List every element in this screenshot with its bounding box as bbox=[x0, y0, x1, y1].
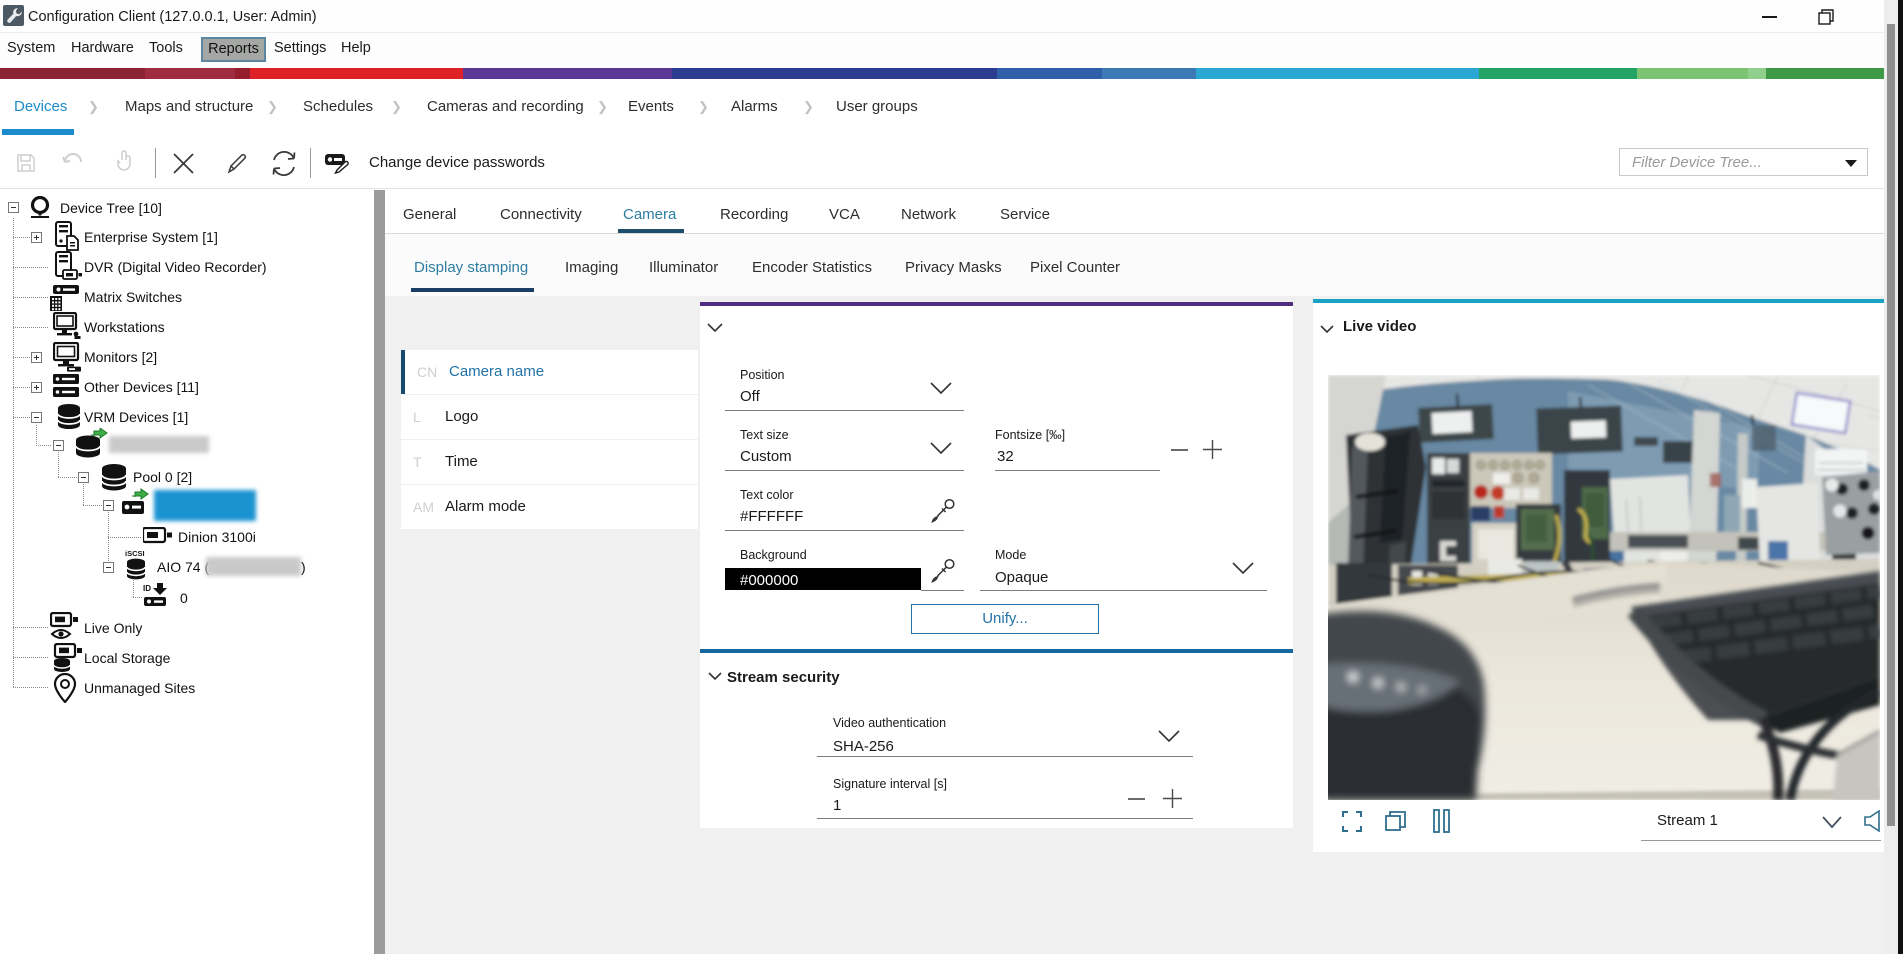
svg-text:iSCSI: iSCSI bbox=[125, 549, 145, 558]
svg-text:ID: ID bbox=[143, 584, 151, 593]
